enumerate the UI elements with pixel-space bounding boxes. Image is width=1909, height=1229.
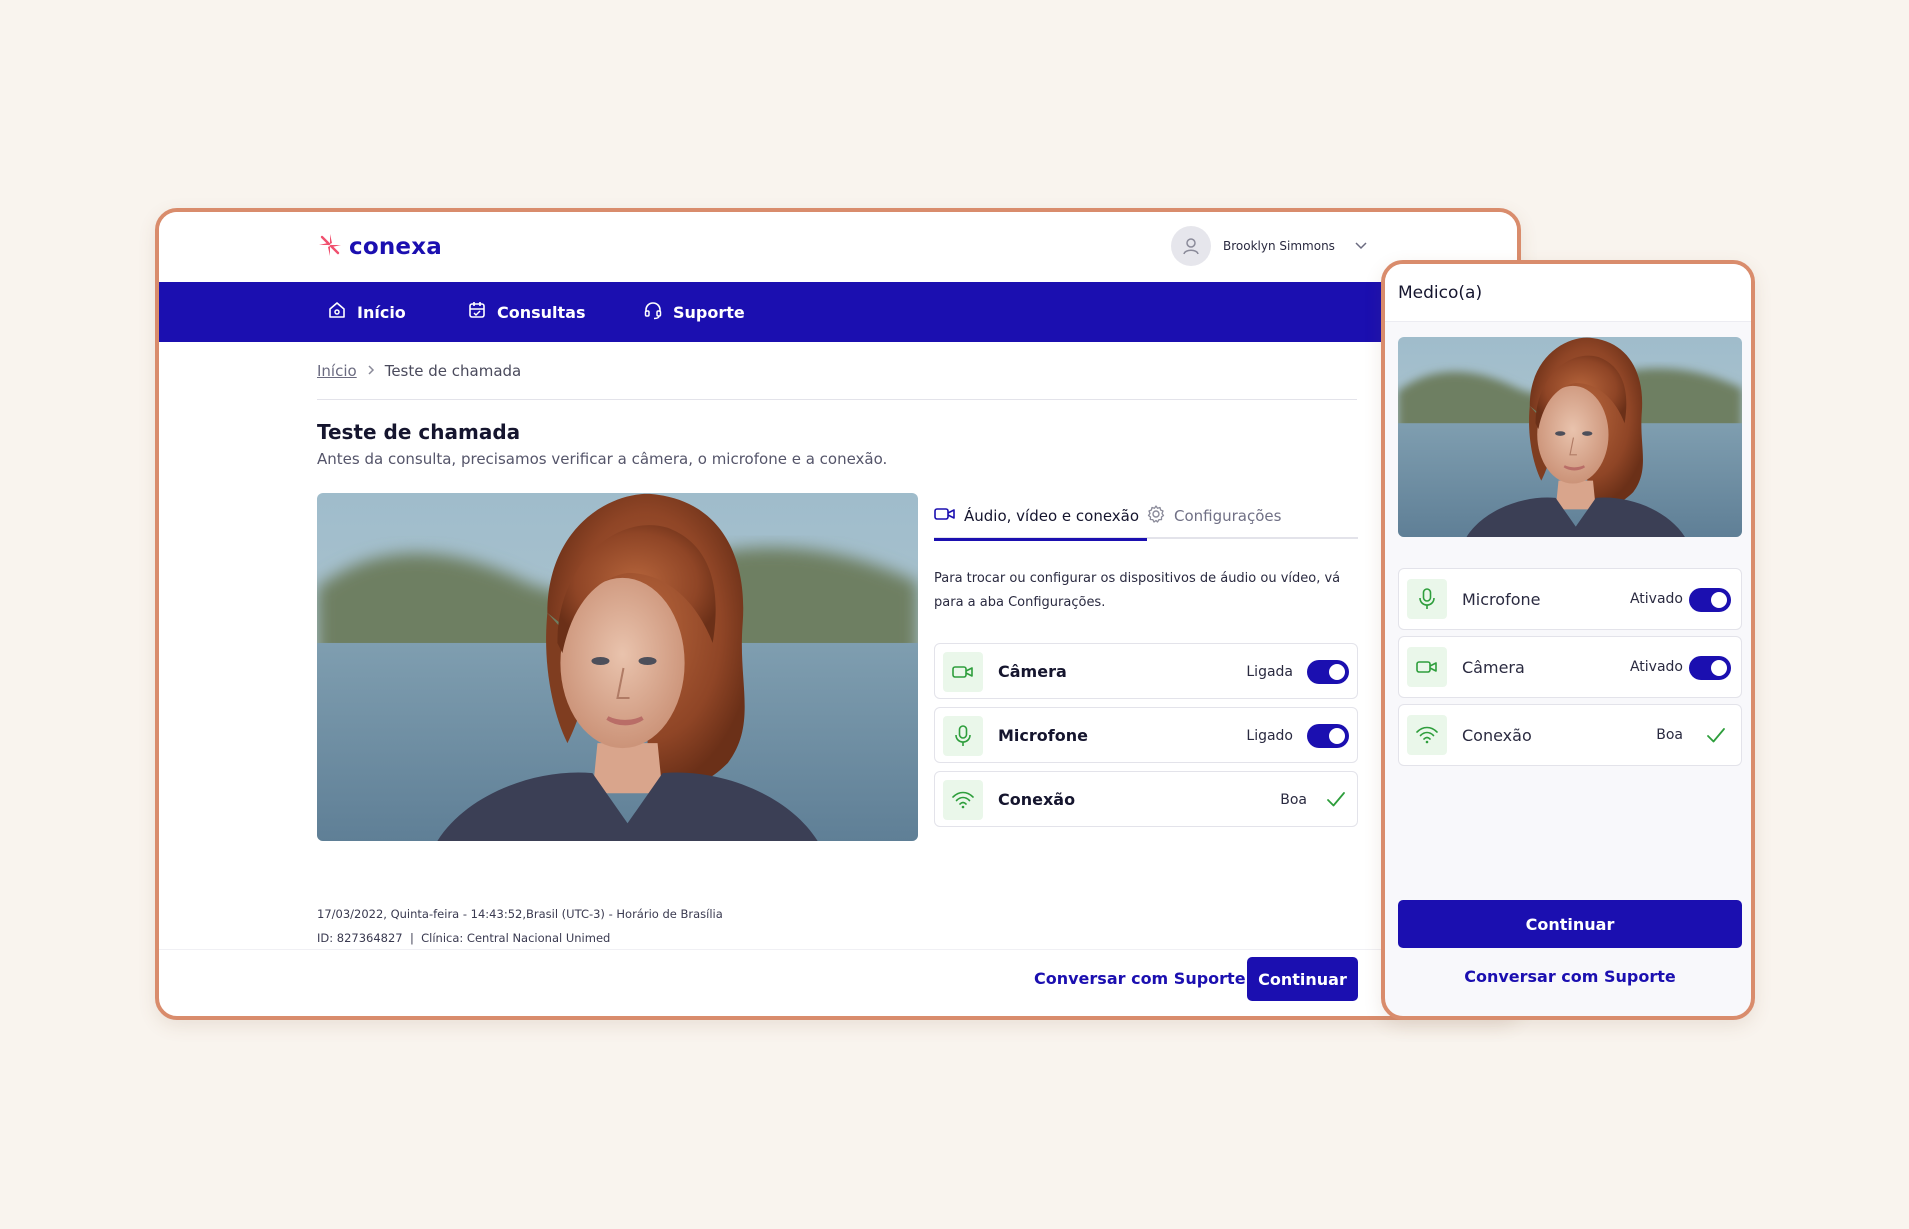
device-row-microfone: Microfone Ligado xyxy=(934,707,1358,763)
mobile-support-link[interactable]: Conversar com Suporte xyxy=(1398,954,1742,998)
desktop-window: conexa Brooklyn Simmons Início Consultas… xyxy=(155,208,1521,1020)
camera-preview xyxy=(317,493,918,841)
device-status: Ativado xyxy=(1629,659,1683,675)
mobile-camera-preview xyxy=(1398,337,1742,537)
device-row-conexao: Conexão Boa xyxy=(934,771,1358,827)
device-status: Ligada xyxy=(1246,664,1293,680)
mobile-device-row-conexao: Conexão Boa xyxy=(1398,704,1742,766)
breadcrumb: Início Teste de chamada xyxy=(317,362,521,380)
device-label: Conexão xyxy=(1462,726,1532,745)
footer-divider xyxy=(159,949,1517,950)
device-status: Boa xyxy=(1280,792,1307,808)
page-title: Teste de chamada xyxy=(317,420,521,444)
mobile-device-row-microfone: Microfone Ativado xyxy=(1398,568,1742,630)
device-status: Ligado xyxy=(1246,728,1293,744)
headset-icon xyxy=(643,300,663,324)
nav-label: Início xyxy=(357,302,406,322)
video-camera-icon xyxy=(1407,647,1447,687)
device-status: Ativado xyxy=(1629,591,1683,607)
tab-audio-video[interactable]: Áudio, vídeo e conexão xyxy=(934,493,1148,541)
nav-item-consultas[interactable]: Consultas xyxy=(467,282,586,342)
device-label: Câmera xyxy=(1462,658,1525,677)
session-meta: ID: 827364827 | Clínica: Central Naciona… xyxy=(317,931,611,945)
device-label: Câmera xyxy=(998,662,1067,681)
chevron-down-icon[interactable] xyxy=(1355,242,1367,250)
check-icon xyxy=(1705,724,1727,750)
camera-toggle[interactable] xyxy=(1307,660,1349,684)
user-menu[interactable]: Brooklyn Simmons xyxy=(1171,226,1367,266)
top-bar: conexa Brooklyn Simmons xyxy=(159,212,1517,282)
device-label: Conexão xyxy=(998,790,1076,809)
divider xyxy=(317,399,1357,400)
user-icon xyxy=(1183,238,1199,255)
tab-description: Para trocar ou configurar os dispositivo… xyxy=(934,571,1341,610)
microphone-toggle[interactable] xyxy=(1307,724,1349,748)
session-info: 17/03/2022, Quinta-feira - 14:43:52,Bras… xyxy=(317,902,723,950)
gear-icon xyxy=(1146,504,1166,528)
support-link[interactable]: Conversar com Suporte xyxy=(1034,957,1246,1001)
mobile-device-row-camera: Câmera Ativado xyxy=(1398,636,1742,698)
session-datetime: 17/03/2022, Quinta-feira - 14:43:52,Bras… xyxy=(317,907,723,921)
device-row-camera: Câmera Ligada xyxy=(934,643,1358,699)
wifi-icon xyxy=(1407,715,1447,755)
microphone-icon xyxy=(1407,579,1447,619)
continue-button[interactable]: Continuar xyxy=(1247,957,1358,1001)
check-icon xyxy=(1325,788,1347,814)
nav-label: Suporte xyxy=(673,302,745,322)
device-label: Microfone xyxy=(998,726,1088,745)
conexa-logo-icon xyxy=(317,232,343,262)
device-label: Microfone xyxy=(1462,590,1541,609)
microphone-toggle[interactable] xyxy=(1689,588,1731,612)
brand-name: conexa xyxy=(349,234,442,260)
mobile-header: Medico(a) xyxy=(1385,264,1751,322)
tab-label: Áudio, vídeo e conexão xyxy=(964,507,1140,525)
wifi-icon xyxy=(943,780,983,820)
breadcrumb-home-link[interactable]: Início xyxy=(317,362,357,380)
nav-item-suporte[interactable]: Suporte xyxy=(643,282,745,342)
nav-label: Consultas xyxy=(497,302,586,322)
calendar-icon xyxy=(467,300,487,324)
tab-configuracoes[interactable]: Configurações xyxy=(1146,493,1281,539)
mobile-title: Medico(a) xyxy=(1398,283,1483,303)
device-status: Boa xyxy=(1656,727,1683,743)
main-nav: Início Consultas Suporte xyxy=(159,282,1517,342)
tab-label: Configurações xyxy=(1174,507,1282,525)
brand-logo[interactable]: conexa xyxy=(317,232,442,262)
video-camera-icon xyxy=(934,506,956,526)
breadcrumb-current: Teste de chamada xyxy=(384,362,522,380)
mobile-window: Medico(a) Microfone Ativado Câmera Ativa… xyxy=(1381,260,1755,1020)
home-icon xyxy=(327,300,347,324)
settings-tabs: Áudio, vídeo e conexão Configurações xyxy=(934,493,1358,541)
mobile-continue-button[interactable]: Continuar xyxy=(1398,900,1742,948)
avatar xyxy=(1171,226,1211,266)
video-camera-icon xyxy=(943,652,983,692)
camera-toggle[interactable] xyxy=(1689,656,1731,680)
chevron-right-icon xyxy=(367,362,375,380)
page-subtitle: Antes da consulta, precisamos verificar … xyxy=(317,450,888,468)
user-name: Brooklyn Simmons xyxy=(1223,239,1335,253)
microphone-icon xyxy=(943,716,983,756)
nav-item-inicio[interactable]: Início xyxy=(327,282,406,342)
